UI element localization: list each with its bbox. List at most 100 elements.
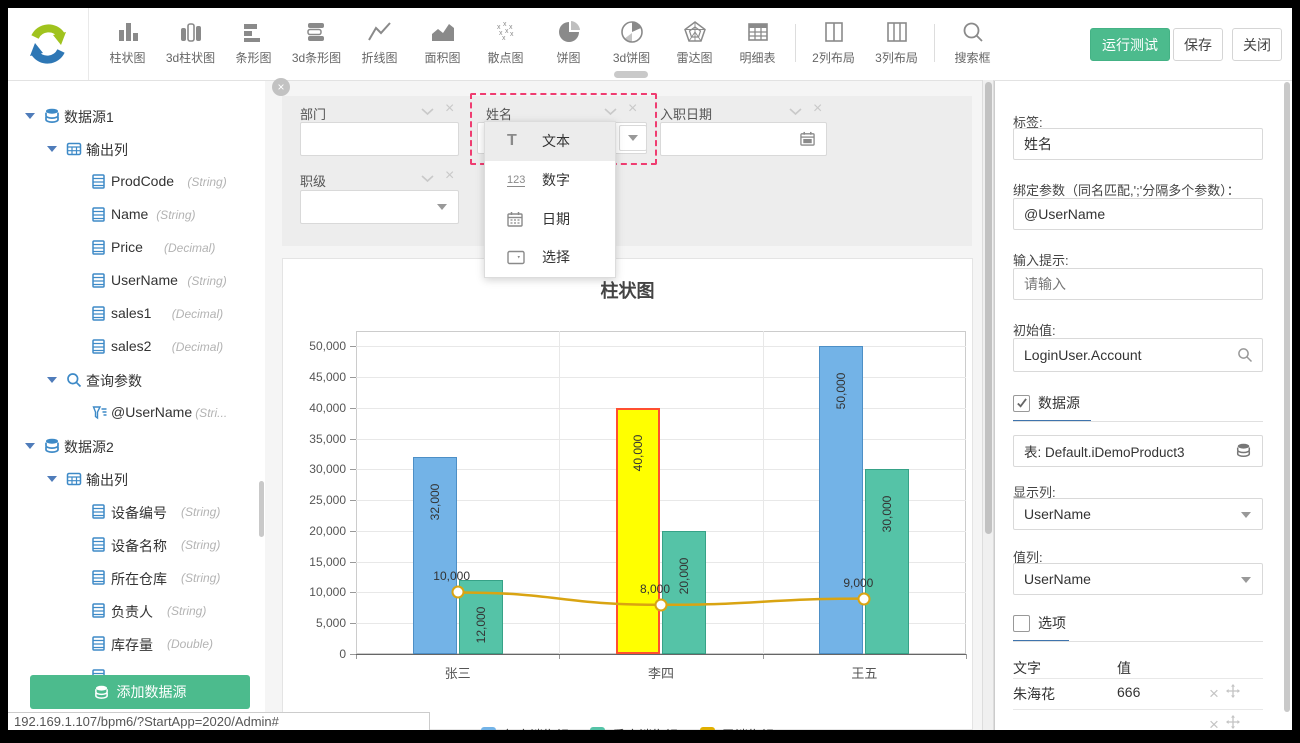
chevron-down-icon[interactable]	[789, 108, 802, 116]
tree-node-查询参数[interactable]: 查询参数	[8, 368, 258, 392]
chevron-down-icon[interactable]	[604, 108, 617, 116]
tree-expand-arrow-icon[interactable]	[47, 476, 57, 482]
tool-bar3d-chart[interactable]: 3d柱状图	[159, 16, 222, 76]
tree-expand-arrow-icon[interactable]	[47, 146, 57, 152]
scrollbar-thumb[interactable]	[985, 82, 992, 534]
tree-node-ProdCode[interactable]: ProdCode(String)	[8, 170, 258, 194]
search-icon[interactable]	[1237, 347, 1253, 363]
tree-node-负责人[interactable]: 负责人(String)	[8, 599, 258, 623]
svg-text:x: x	[505, 28, 509, 35]
tool-hbar-chart[interactable]: 条形图	[222, 16, 285, 76]
tool-label: 3d条形图	[292, 49, 341, 66]
tool-area-chart[interactable]: 面积图	[411, 16, 474, 76]
tree-node-设备名称[interactable]: 设备名称(String)	[8, 533, 258, 557]
table-grid-icon	[66, 471, 82, 492]
table-ref-field[interactable]: 表: Default.iDemoProduct3	[1013, 435, 1263, 467]
line-point-张三[interactable]	[451, 586, 464, 599]
type-menu-item-number[interactable]: 123 数字	[485, 161, 615, 200]
tool-detail-table[interactable]: 明细表	[726, 16, 789, 76]
remove-field-hire-date-icon[interactable]: ×	[813, 102, 822, 116]
name-combo-dropdown-button[interactable]	[619, 125, 647, 151]
tree-node-输出列[interactable]: 输出列	[8, 137, 258, 161]
database-icon[interactable]	[1235, 443, 1252, 459]
options-col-text-header: 文字	[1013, 658, 1041, 678]
delete-row-icon[interactable]: ×	[1209, 687, 1219, 701]
divider	[1013, 421, 1263, 422]
area-chart-icon	[430, 16, 456, 44]
caret-down-icon	[437, 204, 447, 210]
tree-node-所在仓库[interactable]: 所在仓库(String)	[8, 566, 258, 590]
tree-node-@UserName[interactable]: @UserName(Stri...	[8, 401, 258, 425]
tool-layout-3col[interactable]: 3列布局	[865, 16, 928, 76]
close-button[interactable]: 关闭	[1232, 28, 1282, 61]
tree-node-数据源1[interactable]: 数据源1	[8, 104, 258, 128]
tool-bar-chart[interactable]: 柱状图	[96, 16, 159, 76]
chevron-down-icon[interactable]	[421, 108, 434, 116]
tree-node-库存量[interactable]: 库存量(Double)	[8, 632, 258, 656]
tree-node-sales2[interactable]: sales2(Decimal)	[8, 335, 258, 359]
add-datasource-button[interactable]: 添加数据源	[30, 675, 250, 709]
display-col-select[interactable]: UserName	[1013, 498, 1263, 530]
tool-radar-chart[interactable]: 雷达图	[663, 16, 726, 76]
tree-node-label: 负责人	[111, 602, 153, 622]
move-row-icon[interactable]	[1226, 684, 1240, 703]
tree-node-UserName[interactable]: UserName(String)	[8, 269, 258, 293]
options-checkbox[interactable]: 选项	[1013, 613, 1066, 633]
initial-value-input[interactable]	[1013, 338, 1263, 372]
option-row-value[interactable]: 666	[1117, 684, 1140, 700]
bind-param-input[interactable]	[1013, 198, 1263, 230]
canvas-horizontal-scrollbar[interactable]	[614, 71, 648, 78]
line-point-王五[interactable]	[858, 592, 871, 605]
tree-node-Name[interactable]: Name(String)	[8, 203, 258, 227]
tree-node-type: (Stri...	[195, 406, 227, 420]
tool-pie-chart[interactable]: 饼图	[537, 16, 600, 76]
tree-node-Price[interactable]: Price(Decimal)	[8, 236, 258, 260]
datasource-checkbox[interactable]: 数据源	[1013, 393, 1080, 413]
column-icon	[92, 174, 105, 194]
tool-hbar3d-chart[interactable]: 3d条形图	[285, 16, 348, 76]
divider	[1013, 641, 1263, 642]
tool-pie3d-chart[interactable]: 3d饼图	[600, 16, 663, 76]
database-icon	[44, 108, 60, 129]
tree-expand-arrow-icon[interactable]	[25, 113, 35, 119]
tool-line-chart[interactable]: 折线图	[348, 16, 411, 76]
chart-widget[interactable]: 柱状图 05,00010,00015,00020,00025,00030,000…	[282, 258, 973, 730]
sidebar-scrollbar[interactable]	[259, 481, 264, 537]
input-hint-input[interactable]	[1013, 268, 1263, 300]
option-row-text[interactable]: 朱海花	[1013, 684, 1055, 704]
tree-expand-arrow-icon[interactable]	[25, 443, 35, 449]
tree-node-数据源2[interactable]: 数据源2	[8, 434, 258, 458]
tool-layout-2col[interactable]: 2列布局	[802, 16, 865, 76]
tree-expand-arrow-icon[interactable]	[47, 377, 57, 383]
value-col-select[interactable]: UserName	[1013, 563, 1263, 595]
save-button[interactable]: 保存	[1173, 28, 1223, 61]
label-input[interactable]	[1013, 128, 1263, 160]
app-logo[interactable]	[8, 8, 89, 80]
remove-field-rank-icon[interactable]: ×	[445, 169, 454, 183]
dept-input[interactable]	[300, 122, 459, 156]
remove-field-name-icon[interactable]: ×	[628, 102, 637, 116]
tool-scatter-chart[interactable]: xxxxxxx 散点图	[474, 16, 537, 76]
tree-node-type: (Decimal)	[172, 340, 223, 354]
tree-node-设备编号[interactable]: 设备编号(String)	[8, 500, 258, 524]
run-test-button[interactable]: 运行测试	[1090, 28, 1170, 61]
field-type-menu: T 文本123 数字 日期 选择	[484, 121, 616, 278]
tool-search[interactable]: 搜索框	[941, 16, 1004, 76]
delete-row-icon[interactable]: ×	[1209, 718, 1219, 731]
panel-close-icon[interactable]: ×	[272, 78, 290, 96]
remove-field-dept-icon[interactable]: ×	[445, 102, 454, 116]
tree-node-sales1[interactable]: sales1(Decimal)	[8, 302, 258, 326]
move-row-icon[interactable]	[1226, 715, 1240, 730]
type-menu-item-date[interactable]: 日期	[485, 199, 615, 238]
add-datasource-label: 添加数据源	[117, 682, 187, 702]
inspector-scrollbar[interactable]	[1284, 82, 1290, 712]
line-point-李四[interactable]	[655, 598, 668, 611]
chevron-down-icon[interactable]	[421, 175, 434, 183]
canvas-vertical-scrollbar[interactable]	[982, 80, 994, 730]
rank-select[interactable]	[300, 190, 459, 224]
tree-node-输出列[interactable]: 输出列	[8, 467, 258, 491]
calendar-icon[interactable]	[800, 131, 815, 146]
type-menu-item-text[interactable]: T 文本	[485, 122, 615, 161]
tool-label: 明细表	[739, 49, 775, 66]
type-menu-item-select[interactable]: 选择	[485, 238, 615, 277]
